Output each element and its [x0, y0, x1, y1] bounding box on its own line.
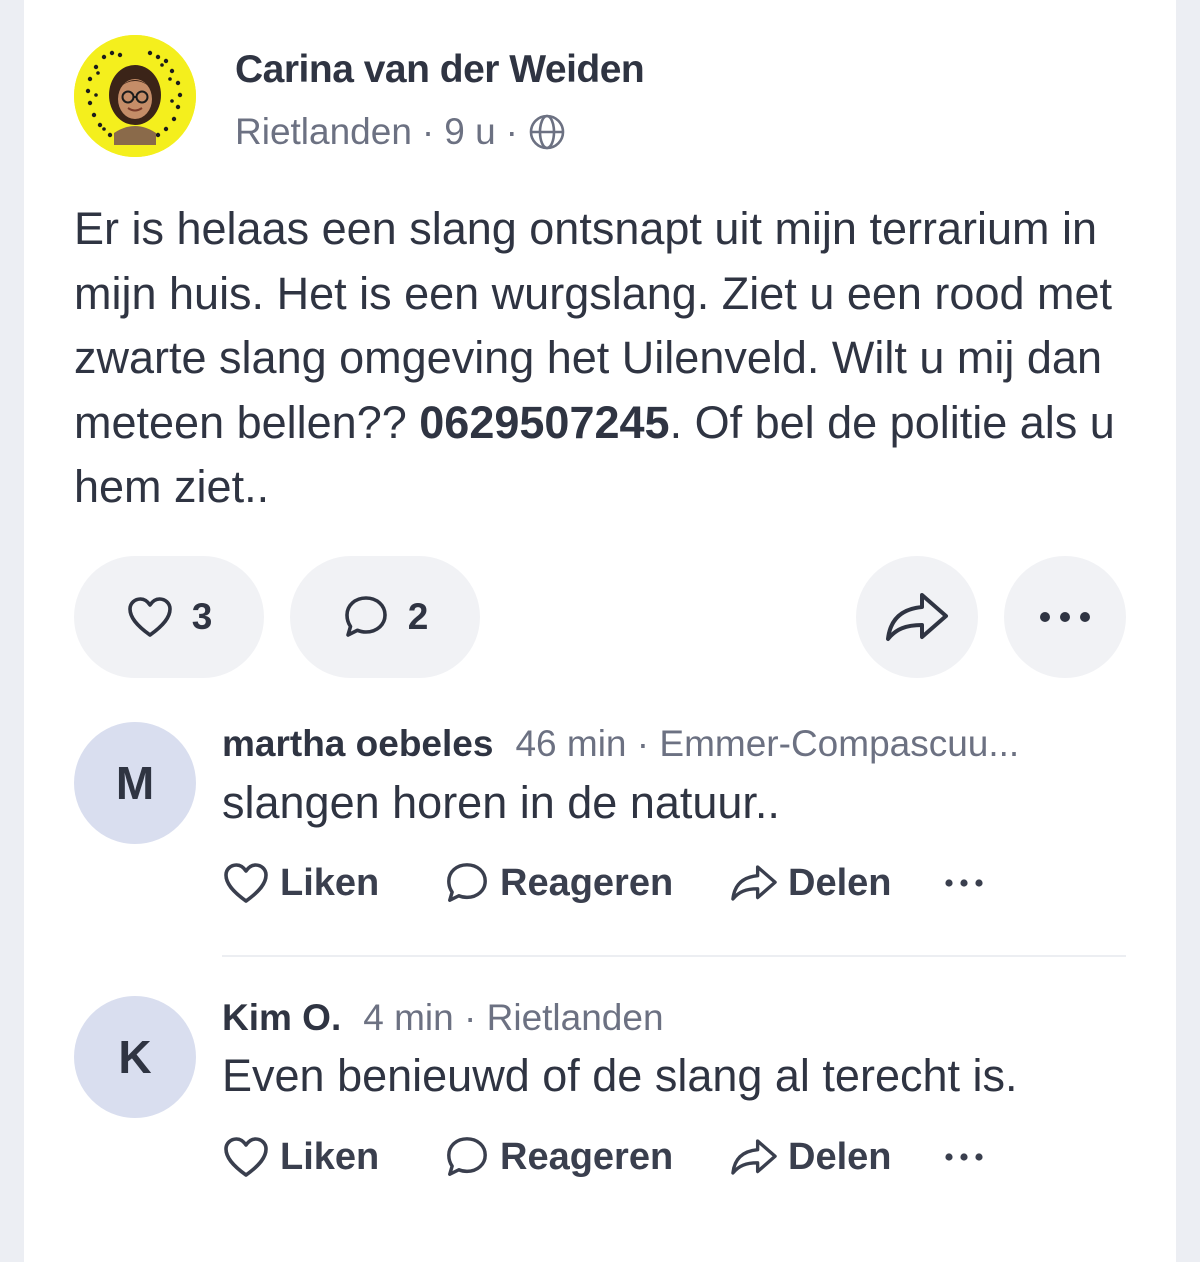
comment-location: Rietlanden [486, 997, 664, 1038]
heart-icon [224, 1137, 268, 1177]
comment-author[interactable]: martha oebeles [222, 723, 493, 764]
post-card: Carina van der Weiden Rietlanden · 9 u ·… [24, 0, 1176, 1262]
like-count: 3 [191, 596, 213, 637]
meta-separator: · [505, 111, 518, 152]
comment-divider [222, 955, 1126, 957]
comment-more-button[interactable] [944, 878, 994, 888]
meta-separator: · [421, 111, 435, 152]
comment-author[interactable]: Kim O. [222, 997, 341, 1038]
author-name[interactable]: Carina van der Weiden [235, 48, 645, 92]
comment-actions: Liken Reageren Delen [222, 858, 994, 908]
author-avatar[interactable] [74, 35, 196, 157]
comment-more-button[interactable] [944, 1152, 994, 1162]
comment-bubble-icon [447, 1137, 487, 1176]
comment-share-button[interactable]: Delen [730, 862, 944, 905]
comment-reply-label: Reageren [500, 861, 674, 904]
phone-number[interactable]: 0629507245 [419, 397, 669, 448]
comment-text: Even benieuwd of de slang al terecht is. [222, 1050, 1018, 1101]
comment-bubble-icon [447, 863, 487, 902]
more-dots-icon [945, 1153, 983, 1161]
share-button[interactable] [856, 556, 978, 678]
heart-icon [224, 863, 268, 903]
comment-bubble-icon [344, 596, 387, 637]
share-arrow-icon [731, 865, 777, 901]
comment-share-button[interactable]: Delen [730, 1136, 944, 1179]
comment-actions: Liken Reageren Delen [222, 1132, 994, 1182]
share-arrow-icon [886, 593, 948, 641]
comment-location: Emmer-Compascuu... [659, 723, 1020, 764]
snapcode-avatar-image [74, 35, 196, 157]
post-location[interactable]: Rietlanden [235, 111, 412, 153]
comment-share-label: Delen [788, 1135, 892, 1178]
like-button[interactable]: 3 [74, 556, 264, 678]
comment-share-label: Delen [788, 861, 892, 904]
comment-count: 2 [407, 596, 429, 637]
comment-avatar[interactable]: K [74, 996, 196, 1118]
more-options-button[interactable] [1004, 556, 1126, 678]
comment-text: slangen horen in de natuur.. [222, 777, 780, 828]
comment-avatar[interactable]: M [74, 722, 196, 844]
comment-like-label: Liken [280, 861, 380, 904]
comment-header: martha oebeles 46 min · Emmer-Compascuu..… [222, 723, 1020, 764]
more-dots-icon [1040, 612, 1090, 622]
comment-reply-button[interactable]: Reageren [444, 860, 730, 906]
comment-reply-button[interactable]: Reageren [444, 1134, 730, 1180]
post-meta: Rietlanden · 9 u · [235, 111, 566, 153]
more-dots-icon [945, 879, 983, 887]
globe-icon [529, 114, 565, 150]
comment-like-button[interactable]: Liken [222, 861, 444, 905]
comment-time: 46 min [515, 723, 627, 764]
comment-header: Kim O. 4 min · Rietlanden [222, 997, 664, 1038]
share-arrow-icon [731, 1139, 777, 1175]
post-body: Er is helaas een slang ontsnapt uit mijn… [74, 197, 1154, 520]
heart-icon [127, 597, 172, 637]
comment-button[interactable]: 2 [290, 556, 480, 678]
comment-like-button[interactable]: Liken [222, 1135, 444, 1179]
post-time: 9 u [444, 111, 496, 152]
comment-reply-label: Reageren [500, 1135, 674, 1178]
comment-time: 4 min [363, 997, 454, 1038]
comment-like-label: Liken [280, 1135, 380, 1178]
